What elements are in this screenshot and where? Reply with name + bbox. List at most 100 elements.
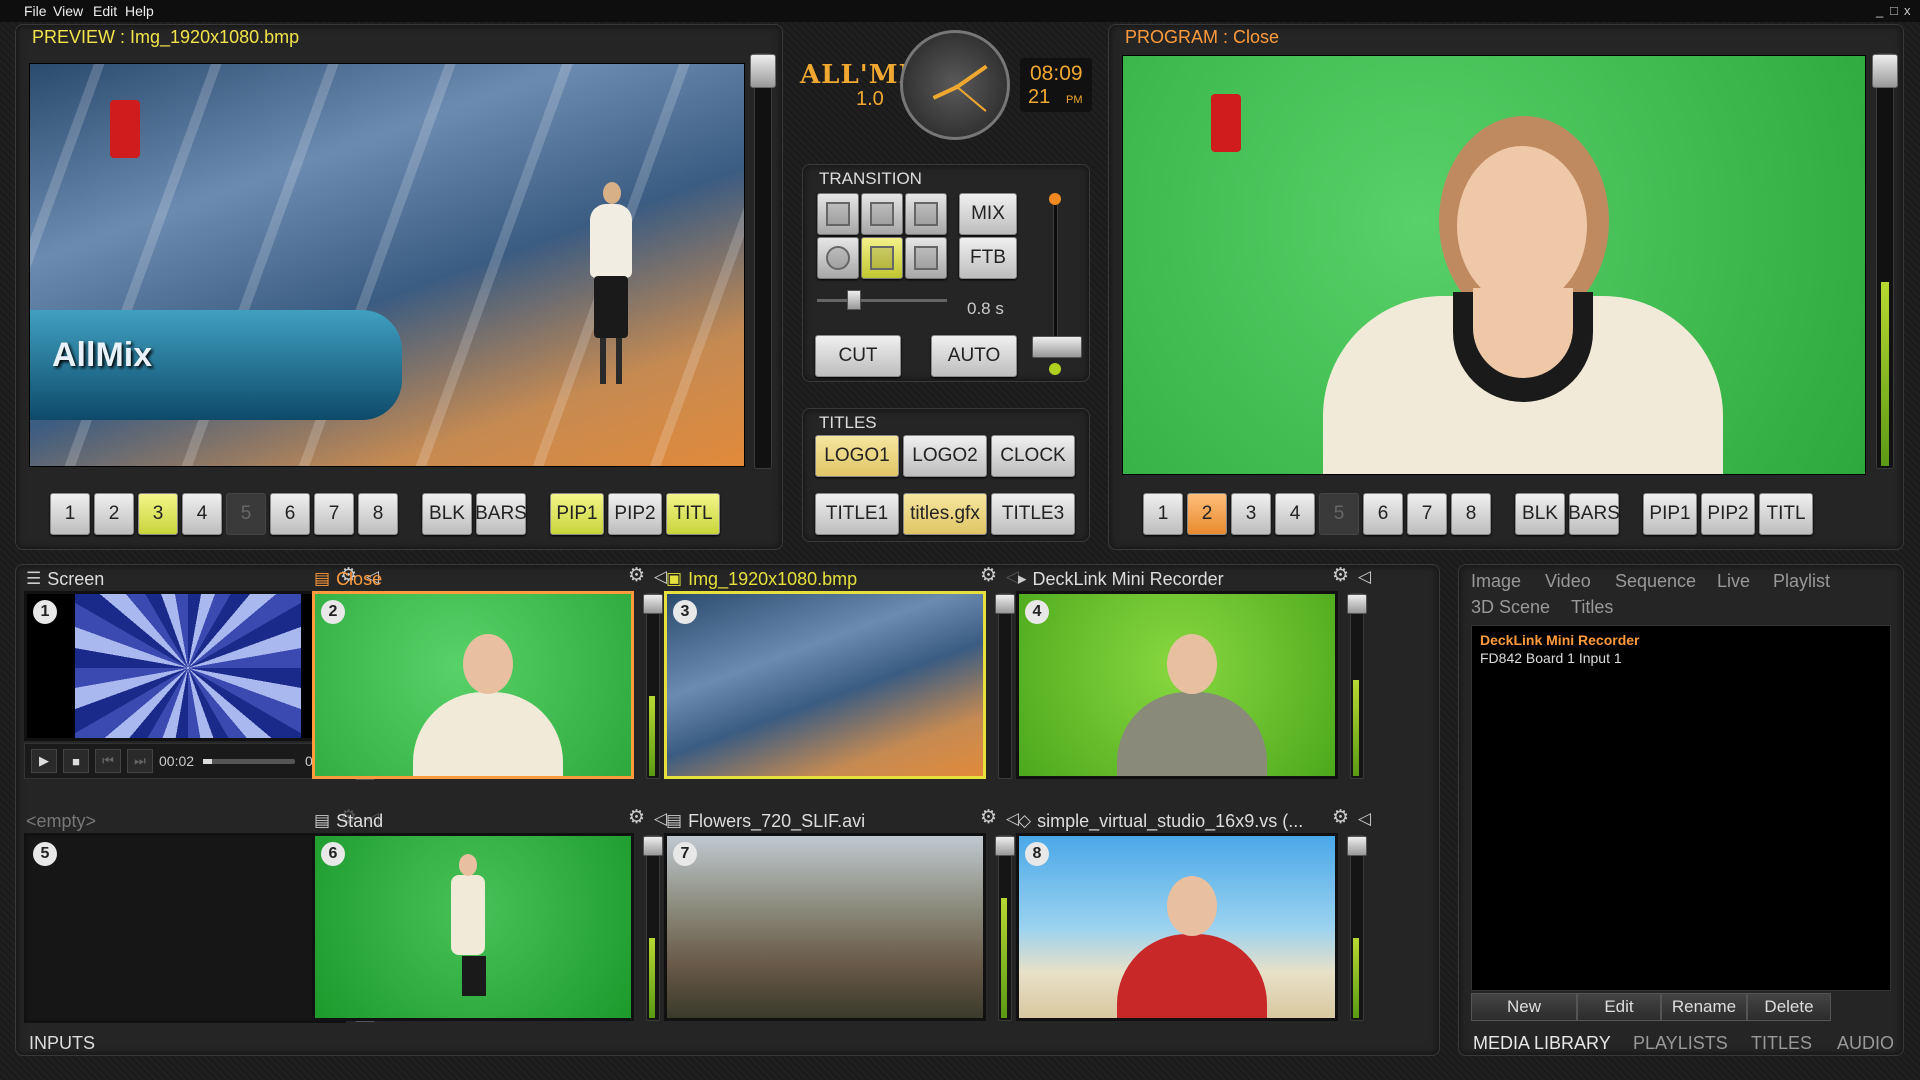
preview-button-pip2[interactable]: PIP2 [608, 493, 662, 535]
input-8-gear-icon[interactable]: ⚙ [1332, 806, 1349, 829]
next-icon[interactable]: ⏭ [127, 749, 153, 773]
tab-image[interactable]: Image [1471, 571, 1521, 592]
bottom-tab-titles[interactable]: TITLES [1751, 1033, 1812, 1054]
input-1-thumbnail[interactable]: 1 [24, 591, 346, 741]
preview-slider-knob[interactable] [750, 54, 776, 88]
input-8-volume-knob[interactable] [1347, 836, 1367, 856]
tab-sequence[interactable]: Sequence [1615, 571, 1696, 592]
preview-button-7[interactable]: 7 [314, 493, 354, 535]
preview-button-6[interactable]: 6 [270, 493, 310, 535]
menu-file[interactable]: File [24, 3, 47, 19]
input-4-volume-knob[interactable] [1347, 594, 1367, 614]
preview-button-2[interactable]: 2 [94, 493, 134, 535]
input-4-thumbnail[interactable]: 4 [1016, 591, 1338, 779]
tab-live[interactable]: Live [1717, 571, 1750, 592]
tab-playlist[interactable]: Playlist [1773, 571, 1830, 592]
input-3-volume-knob[interactable] [995, 594, 1015, 614]
preview-button-pip1[interactable]: PIP1 [550, 493, 604, 535]
bottom-tab-audio[interactable]: AUDIO [1837, 1033, 1894, 1054]
input-3-volume-slider[interactable] [995, 593, 1015, 779]
input-7-thumbnail[interactable]: 7 [664, 833, 986, 1021]
transition-fire-icon[interactable] [905, 237, 947, 279]
input-8-thumbnail[interactable]: 8 [1016, 833, 1338, 1021]
preview-button-3[interactable]: 3 [138, 493, 178, 535]
cut-button[interactable]: CUT [815, 335, 901, 377]
duration-slider[interactable] [817, 290, 947, 310]
input-2-volume-knob[interactable] [643, 594, 663, 614]
input-7-volume-knob[interactable] [995, 836, 1015, 856]
t-bar[interactable] [1032, 195, 1082, 358]
input-4-speaker-icon[interactable]: ◁ [1358, 567, 1371, 587]
t-bar-handle[interactable] [1032, 336, 1082, 358]
bottom-tab-media-library[interactable]: MEDIA LIBRARY [1473, 1033, 1611, 1054]
program-button-bars[interactable]: BARS [1568, 493, 1620, 535]
input-7-volume-slider[interactable] [995, 835, 1015, 1021]
titles-gfx-button[interactable]: titles.gfx [903, 493, 987, 535]
transition-wipe-left-icon[interactable] [817, 193, 859, 235]
program-slider-knob[interactable] [1872, 54, 1898, 88]
play-icon[interactable]: ▶ [31, 749, 57, 773]
input-5-thumbnail[interactable]: 5 [24, 833, 346, 1023]
input-2-volume-slider[interactable] [643, 593, 663, 779]
logo1-button[interactable]: LOGO1 [815, 435, 899, 477]
title1-button[interactable]: TITLE1 [815, 493, 899, 535]
input-2-thumbnail[interactable]: 2 [312, 591, 634, 779]
menu-view[interactable]: View [53, 3, 83, 19]
program-button-pip1[interactable]: PIP1 [1643, 493, 1697, 535]
tab-3d-scene[interactable]: 3D Scene [1471, 597, 1550, 618]
program-button-blk[interactable]: BLK [1515, 493, 1565, 535]
transition-corner-icon[interactable] [861, 237, 903, 279]
logo2-button[interactable]: LOGO2 [903, 435, 987, 477]
transition-wipe-diagonal-icon[interactable] [905, 193, 947, 235]
mix-button[interactable]: MIX [959, 193, 1017, 235]
menu-help[interactable]: Help [125, 3, 154, 19]
preview-button-4[interactable]: 4 [182, 493, 222, 535]
program-button-8[interactable]: 8 [1451, 493, 1491, 535]
input-7-gear-icon[interactable]: ⚙ [980, 806, 997, 829]
program-button-titl[interactable]: TITL [1759, 493, 1813, 535]
program-button-pip2[interactable]: PIP2 [1701, 493, 1755, 535]
clock-button[interactable]: CLOCK [991, 435, 1075, 477]
preview-button-1[interactable]: 1 [50, 493, 90, 535]
stop-icon[interactable]: ■ [63, 749, 89, 773]
edit-button[interactable]: Edit [1577, 993, 1661, 1021]
input-4-volume-slider[interactable] [1347, 593, 1367, 779]
preview-button-blk[interactable]: BLK [422, 493, 472, 535]
delete-button[interactable]: Delete [1747, 993, 1831, 1021]
program-button-1[interactable]: 1 [1143, 493, 1183, 535]
input-6-thumbnail[interactable]: 6 [312, 833, 634, 1021]
program-button-4[interactable]: 4 [1275, 493, 1315, 535]
preview-button-8[interactable]: 8 [358, 493, 398, 535]
playback-progress-bar[interactable] [203, 759, 295, 764]
rename-button[interactable]: Rename [1661, 993, 1747, 1021]
input-3-gear-icon[interactable]: ⚙ [980, 564, 997, 587]
input-4-gear-icon[interactable]: ⚙ [1332, 564, 1349, 587]
tab-video[interactable]: Video [1545, 571, 1591, 592]
close-window-button[interactable]: x [1904, 3, 1911, 18]
input-8-speaker-icon[interactable]: ◁ [1358, 809, 1371, 829]
prev-icon[interactable]: ⏮ [95, 749, 121, 773]
preview-level-slider[interactable] [750, 53, 776, 469]
input-2-gear-icon[interactable]: ⚙ [628, 564, 645, 587]
media-item-title[interactable]: DeckLink Mini Recorder [1480, 632, 1640, 648]
input-6-gear-icon[interactable]: ⚙ [628, 806, 645, 829]
preview-button-titl[interactable]: TITL [666, 493, 720, 535]
minimize-button[interactable]: _ [1876, 3, 1883, 18]
transition-wipe-center-icon[interactable] [861, 193, 903, 235]
menu-edit[interactable]: Edit [93, 3, 117, 19]
program-button-6[interactable]: 6 [1363, 493, 1403, 535]
program-level-slider[interactable] [1872, 53, 1898, 469]
maximize-button[interactable]: □ [1890, 3, 1898, 18]
auto-button[interactable]: AUTO [931, 335, 1017, 377]
program-button-3[interactable]: 3 [1231, 493, 1271, 535]
input-6-volume-slider[interactable] [643, 835, 663, 1021]
transition-iris-icon[interactable] [817, 237, 859, 279]
tab-titles[interactable]: Titles [1571, 597, 1613, 618]
program-button-7[interactable]: 7 [1407, 493, 1447, 535]
media-list[interactable]: DeckLink Mini Recorder FD842 Board 1 Inp… [1471, 625, 1891, 991]
new-button[interactable]: New [1471, 993, 1577, 1021]
bottom-tab-playlists[interactable]: PLAYLISTS [1633, 1033, 1728, 1054]
program-button-2[interactable]: 2 [1187, 493, 1227, 535]
title3-button[interactable]: TITLE3 [991, 493, 1075, 535]
preview-button-bars[interactable]: BARS [475, 493, 527, 535]
